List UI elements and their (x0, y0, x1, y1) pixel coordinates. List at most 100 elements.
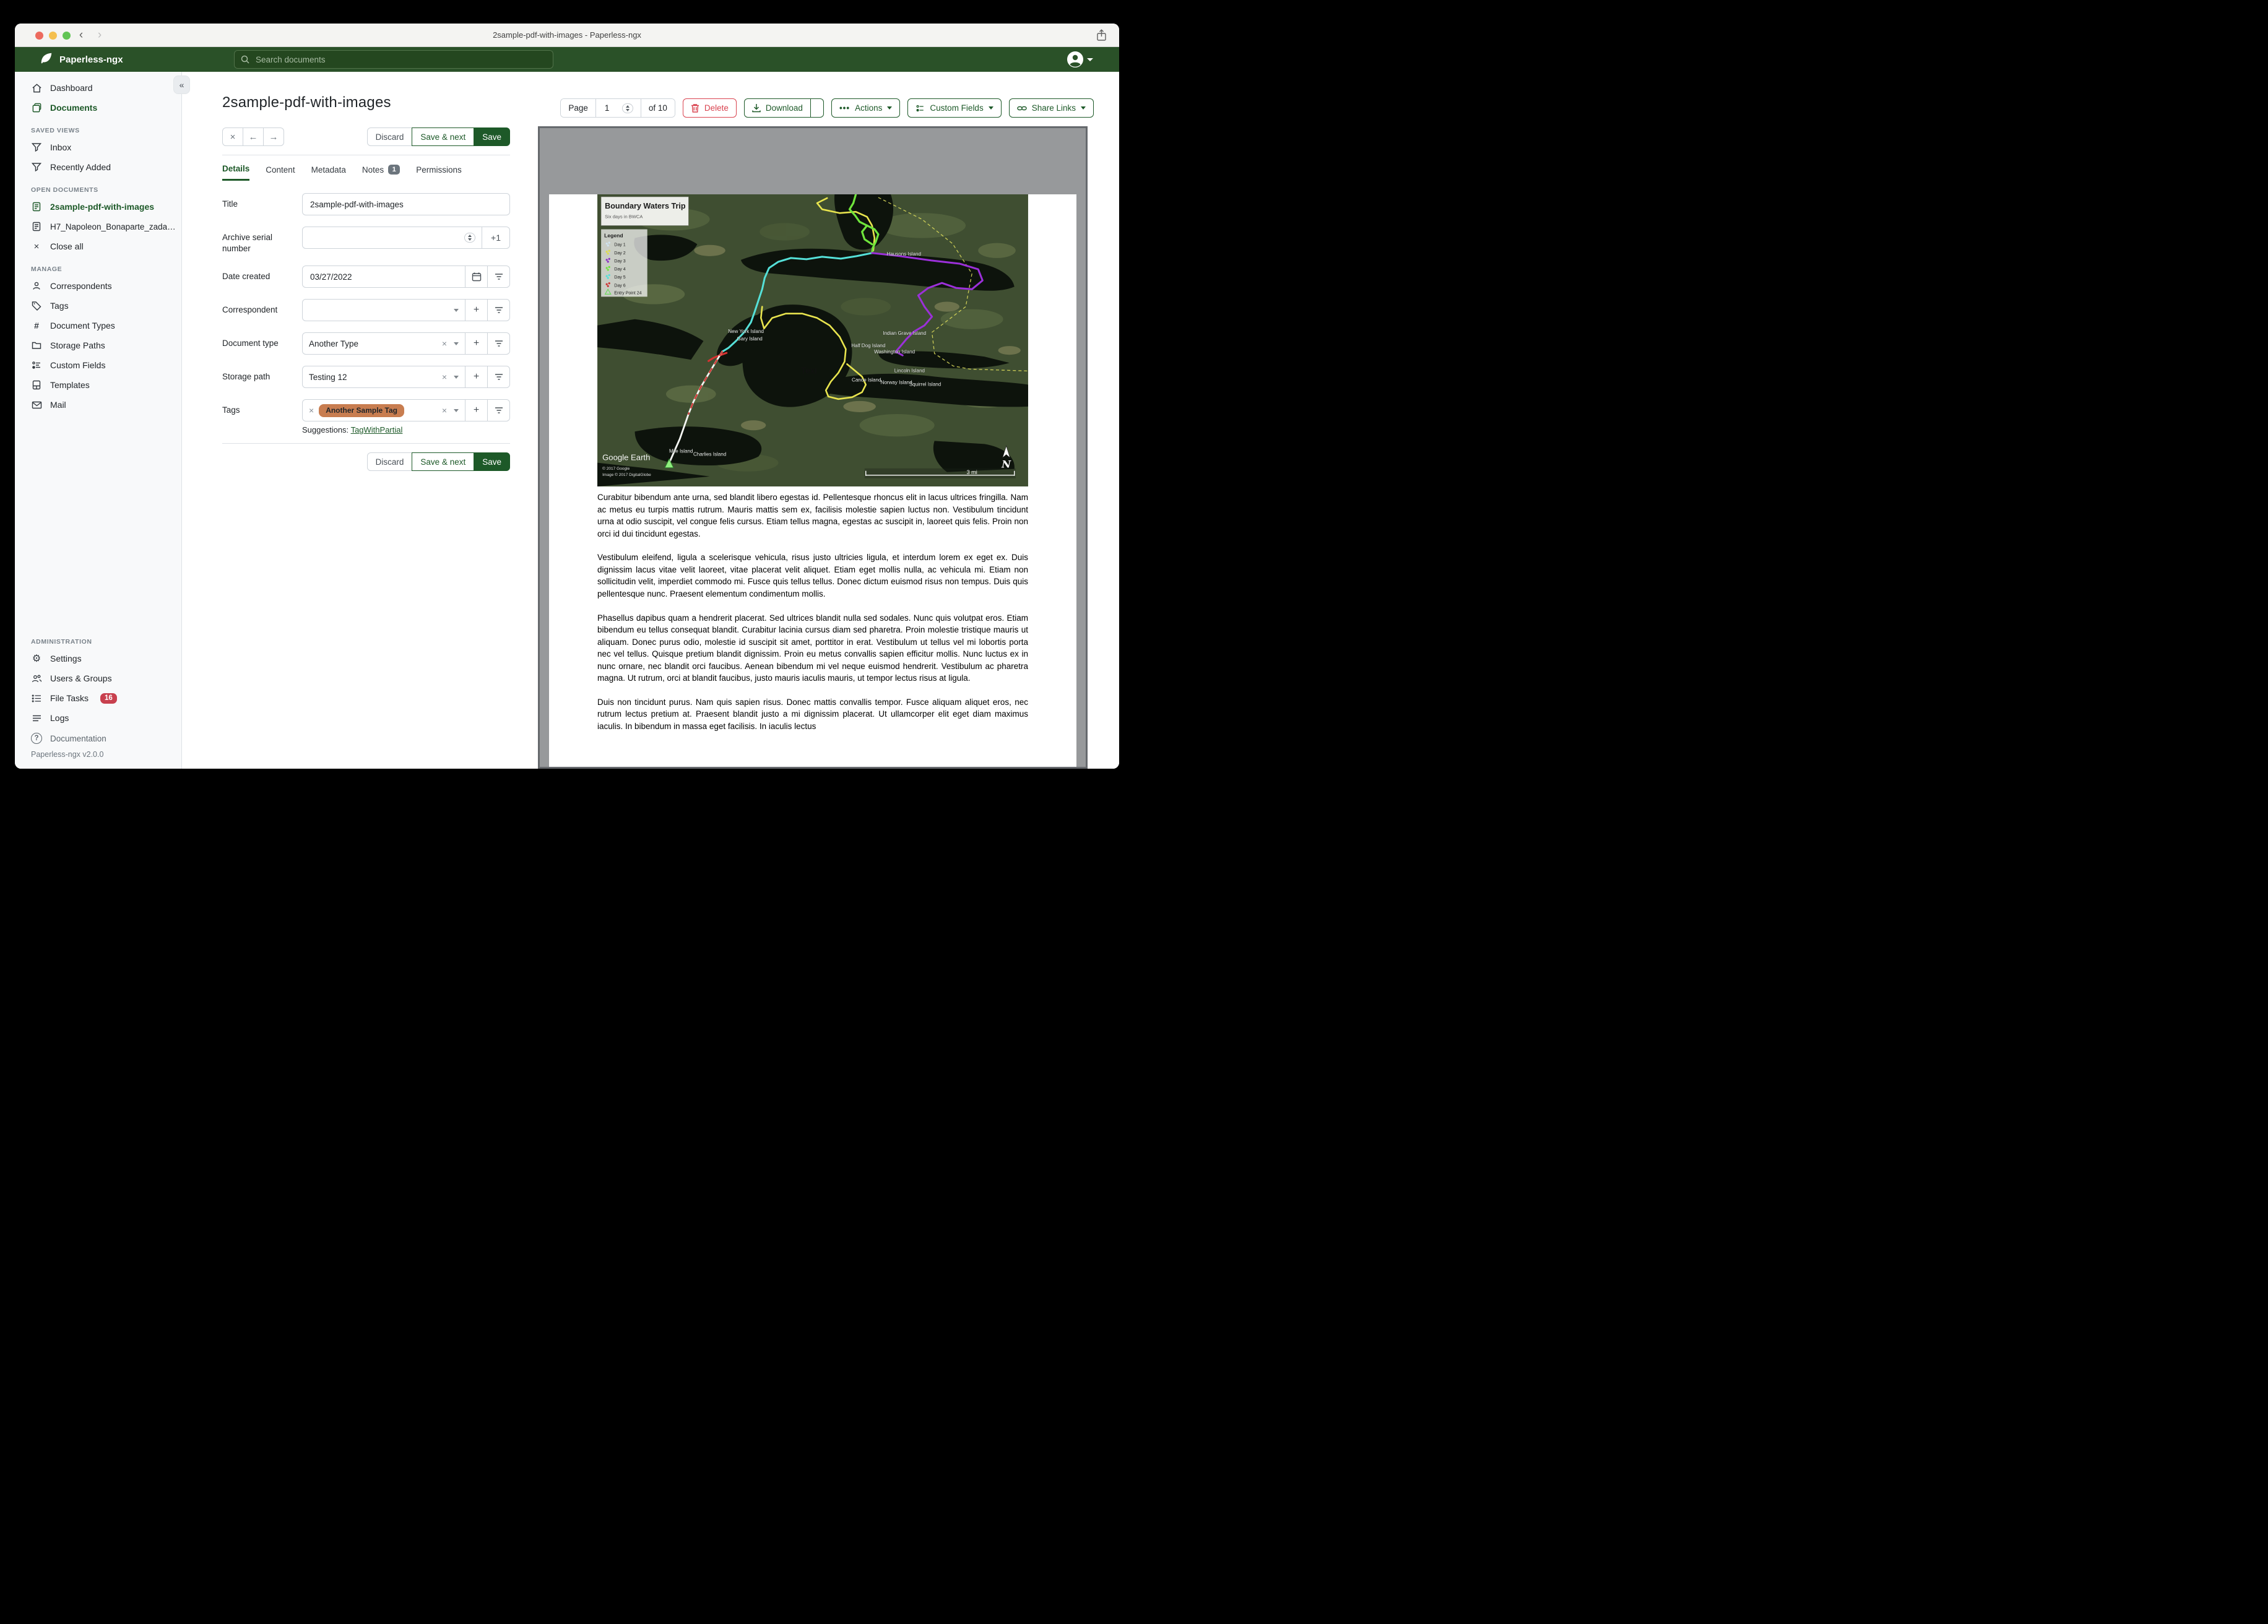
sidebar-item-logs[interactable]: Logs (15, 708, 181, 728)
search-input[interactable] (254, 54, 547, 65)
download-button[interactable]: Download (745, 99, 810, 117)
asn-plus-one-button[interactable]: +1 (482, 227, 510, 249)
chevron-down-icon[interactable] (454, 308, 459, 312)
field-label: Title (222, 199, 238, 209)
page-number-input[interactable] (603, 103, 617, 113)
filter-icon (495, 274, 503, 280)
custom-fields-button[interactable]: Custom Fields (907, 98, 1002, 118)
map-label: Charlies Island (693, 452, 726, 457)
asn-input[interactable] (309, 232, 464, 243)
tab-content[interactable]: Content (266, 164, 295, 181)
tags-filter-button[interactable] (487, 399, 510, 422)
remove-tag-icon[interactable]: × (309, 406, 314, 415)
add-correspondent-button[interactable]: + (465, 299, 488, 322)
actions-button[interactable]: ••• Actions (831, 98, 901, 118)
save-button[interactable]: Save (474, 127, 510, 146)
sidebar-item-recently-added[interactable]: Recently Added (15, 157, 181, 177)
sidebar-item-correspondents[interactable]: Correspondents (15, 276, 181, 296)
sidebar-item-custom-fields[interactable]: Custom Fields (15, 355, 181, 375)
map-legend: Legend Day 1 Day 2 Day 3 Day 4 Day 5 Day… (601, 229, 647, 297)
save-next-button[interactable]: Save & next (412, 127, 475, 146)
delete-button[interactable]: Delete (682, 98, 737, 118)
tab-metadata[interactable]: Metadata (311, 164, 346, 181)
save-button[interactable]: Save (474, 452, 510, 472)
asn-stepper[interactable] (464, 233, 475, 243)
clear-icon[interactable]: × (442, 406, 447, 415)
sidebar-item-templates[interactable]: Templates (15, 375, 181, 395)
add-tag-button[interactable]: + (465, 399, 488, 422)
discard-button[interactable]: Discard (366, 127, 413, 146)
map-label: Squirrel Island (909, 382, 941, 387)
legend-label: Day 2 (614, 251, 625, 256)
title-input[interactable] (309, 199, 503, 210)
sidebar-item-mail[interactable]: Mail (15, 395, 181, 415)
tag-chip[interactable]: Another Sample Tag (319, 404, 404, 417)
help-icon: ? (31, 733, 42, 744)
sidebar-item-documentation[interactable]: ? Documentation (15, 728, 181, 745)
date-filter-button[interactable] (487, 266, 510, 288)
pdf-paragraph: Vestibulum eleifend, ligula a scelerisqu… (597, 553, 1028, 598)
filter-icon (495, 307, 503, 314)
map-label: Indian Grave Island (883, 330, 926, 336)
sidebar-item-open-doc-other[interactable]: H7_Napoleon_Bonaparte_zadanie (15, 217, 181, 236)
search-bar[interactable] (234, 50, 553, 69)
page-stepper[interactable] (621, 103, 633, 113)
document-tabs: Details Content Metadata Notes 1 Permissi… (222, 155, 510, 181)
date-created-input[interactable] (309, 271, 459, 282)
previous-document-button[interactable]: ← (243, 127, 264, 146)
sidebar-item-dashboard[interactable]: Dashboard (15, 78, 181, 98)
correspondent-filter-button[interactable] (487, 299, 510, 322)
sidebar-item-tags[interactable]: Tags (15, 296, 181, 316)
calendar-button[interactable] (465, 266, 488, 288)
legend-label: Day 4 (614, 267, 625, 272)
user-menu-caret-icon[interactable] (1087, 58, 1093, 61)
app-header: Paperless-ngx (15, 47, 1119, 72)
download-menu-caret[interactable] (810, 99, 823, 117)
document-type-filter-button[interactable] (487, 332, 510, 355)
scale-bar: 3 mi (864, 468, 1016, 478)
sidebar-collapse-button[interactable]: « (173, 76, 190, 94)
trash-icon (691, 104, 699, 113)
sidebar-item-users-groups[interactable]: Users & Groups (15, 668, 181, 688)
chevron-down-icon[interactable] (454, 408, 459, 412)
user-avatar[interactable] (1067, 51, 1083, 71)
tab-details[interactable]: Details (222, 164, 250, 181)
suggestion-link[interactable]: TagWithPartial (351, 425, 403, 434)
discard-button[interactable]: Discard (366, 452, 413, 472)
sidebar-item-file-tasks[interactable]: File Tasks 16 (15, 688, 181, 708)
clear-icon[interactable]: × (442, 339, 447, 348)
home-icon (31, 82, 42, 93)
sidebar-item-label: Tags (50, 301, 69, 311)
sidebar-item-settings[interactable]: ⚙ Settings (15, 649, 181, 668)
close-document-button[interactable]: × (222, 127, 243, 146)
sidebar-item-document-types[interactable]: # Document Types (15, 316, 181, 335)
tab-notes[interactable]: Notes 1 (362, 164, 400, 181)
chevron-down-icon[interactable] (454, 342, 459, 345)
tab-permissions[interactable]: Permissions (416, 164, 462, 181)
pdf-preview-pane[interactable]: Hausons Island New York Island Gary Isla… (538, 126, 1088, 769)
sidebar-item-inbox[interactable]: Inbox (15, 137, 181, 157)
storage-path-select[interactable]: Testing 12 × (302, 366, 465, 389)
map-label: Mile Island (669, 449, 693, 454)
next-document-button[interactable]: → (263, 127, 284, 146)
form-row-correspondent: Correspondent + (222, 299, 510, 322)
sidebar-item-storage-paths[interactable]: Storage Paths (15, 335, 181, 355)
add-storage-path-button[interactable]: + (465, 366, 488, 389)
correspondent-select[interactable] (302, 299, 465, 322)
sidebar-item-open-doc-current[interactable]: 2sample-pdf-with-images (15, 197, 181, 217)
sidebar-item-documents[interactable]: Documents (15, 98, 181, 118)
add-document-type-button[interactable]: + (465, 332, 488, 355)
share-icon[interactable] (1096, 29, 1107, 45)
google-earth-logo: Google Earth (602, 453, 650, 462)
brand[interactable]: Paperless-ngx (40, 47, 123, 72)
storage-path-filter-button[interactable] (487, 366, 510, 389)
share-links-button[interactable]: Share Links (1008, 98, 1094, 118)
sidebar-item-close-all[interactable]: × Close all (15, 236, 181, 256)
map-subtitle: Six days in BWCA (605, 214, 643, 219)
document-type-select[interactable]: Another Type × (302, 332, 465, 355)
clear-icon[interactable]: × (442, 373, 447, 381)
tags-select[interactable]: × Another Sample Tag × (302, 399, 465, 422)
save-next-button[interactable]: Save & next (412, 452, 475, 472)
legend-label: Entry Point 24 (614, 291, 641, 295)
chevron-down-icon[interactable] (454, 375, 459, 379)
